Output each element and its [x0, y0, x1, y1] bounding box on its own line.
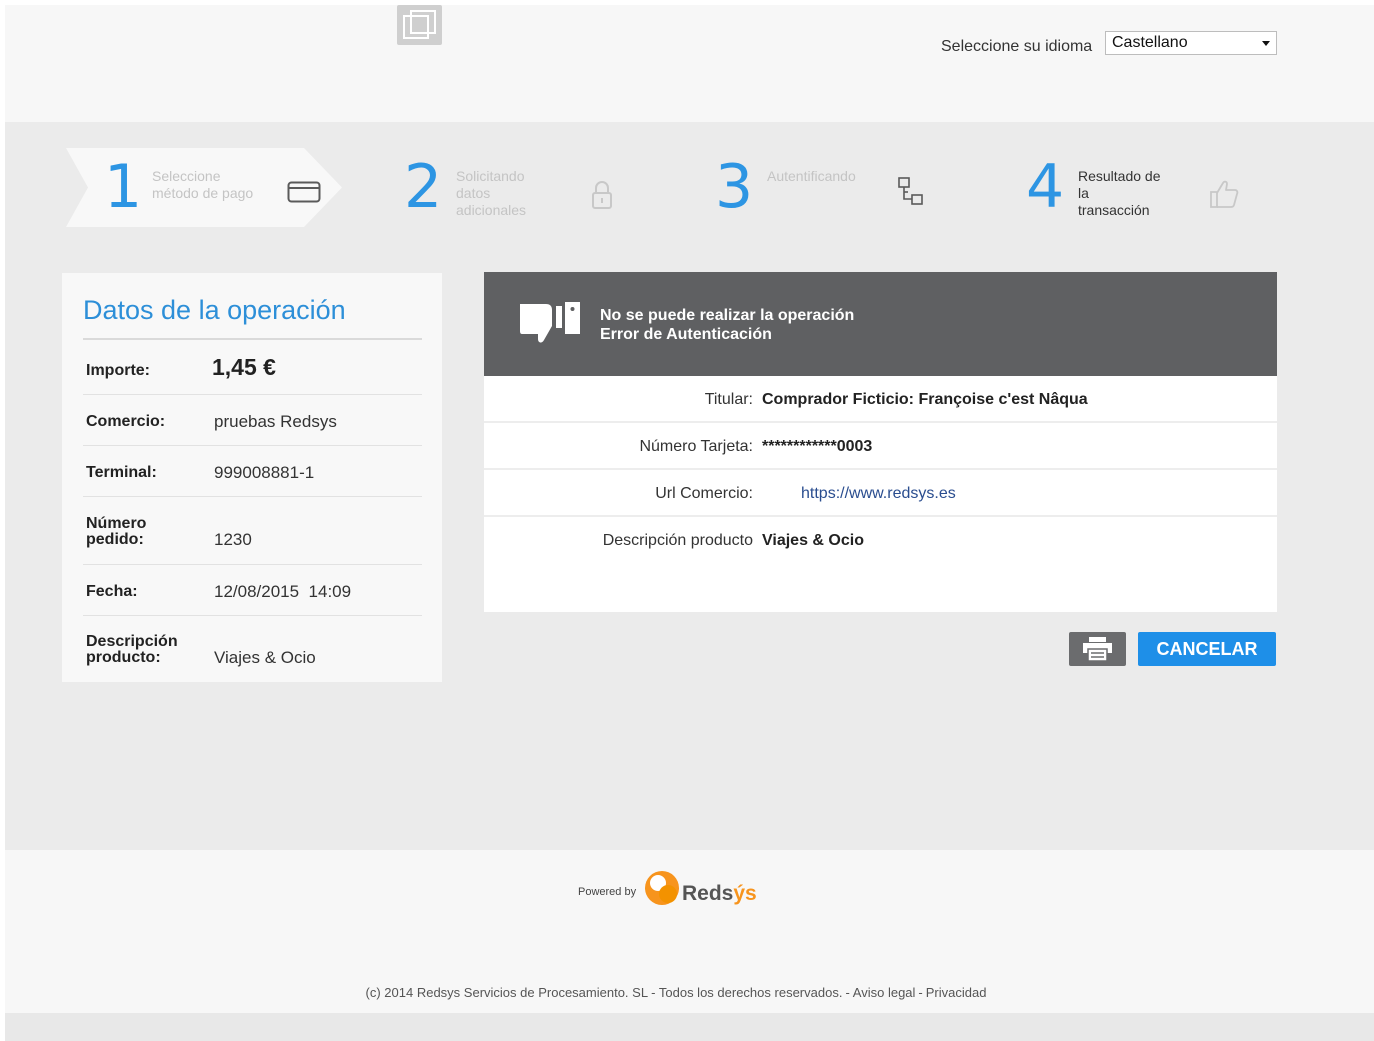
lock-icon [592, 181, 612, 209]
card-number-value: ************0003 [762, 438, 873, 455]
product-description-label: Descripción producto [602, 532, 753, 549]
top-header: Seleccione su idioma Castellano [5, 5, 1374, 122]
date-label: Fecha: [86, 583, 138, 600]
bottom-bar [5, 1013, 1374, 1041]
step-4-label-line3: transacción [1078, 202, 1150, 218]
description-label: Descripción producto: [86, 634, 178, 666]
redsys-logo-icon [645, 871, 679, 905]
step-1-label-line2: método de pago [152, 185, 254, 201]
step-4-label: Resultado de la transacción [1078, 168, 1161, 219]
step-4-label-line2: la [1078, 185, 1089, 201]
language-label: Seleccione su idioma [941, 38, 1093, 55]
legal-notice-link[interactable]: Aviso legal [853, 985, 916, 1000]
powered-by-text: Powered by [578, 886, 637, 898]
result-header: No se puede realizar la operación Error … [484, 272, 1277, 376]
order-number-value: 1230 [214, 530, 252, 549]
date-value: 12/08/2015 14:09 [214, 582, 352, 601]
step-3-number: 3 [715, 152, 754, 222]
merchant-url-label: Url Comercio: [655, 485, 753, 502]
operation-details-panel: Datos de la operación Importe: 1,45 € Co… [62, 273, 442, 682]
copyright-text: (c) 2014 Redsys Servicios de Procesamien… [365, 985, 843, 1000]
description-label-line1: Descripción [86, 633, 178, 650]
error-subtitle: Error de Autenticación [600, 326, 772, 343]
step-4-number: 4 [1026, 152, 1065, 222]
merchant-value: pruebas Redsys [214, 412, 337, 431]
step-3: 3 Autentificando [711, 148, 971, 227]
detail-row-holder: Titular: Comprador Ficticio: Françoise c… [484, 376, 1277, 423]
terminal-label: Terminal: [86, 464, 157, 481]
terminal-value: 999008881-1 [214, 463, 315, 482]
detail-row-description: Descripción producto Viajes & Ocio [484, 517, 1277, 564]
step-2: 2 Solicitando datos adicionales [400, 148, 660, 227]
step-2-label: Solicitando datos adicionales [456, 168, 526, 219]
step-1-label: Seleccione método de pago [152, 168, 253, 202]
order-number-label: Número pedido: [86, 516, 146, 548]
language-select[interactable]: Castellano [1105, 31, 1277, 55]
step-2-label-line1: Solicitando [456, 168, 525, 184]
thumbs-up-icon [1210, 180, 1239, 208]
step-1-number: 1 [104, 152, 143, 222]
product-description-value: Viajes & Ocio [762, 532, 864, 549]
order-number-label-line1: Número [86, 515, 147, 532]
step-4-label-line1: Resultado de [1078, 168, 1161, 184]
copyright: (c) 2014 Redsys Servicios de Procesamien… [365, 985, 987, 1000]
step-4: 4 Resultado de la transacción [1022, 148, 1282, 227]
holder-value: Comprador Ficticio: Françoise c'est Nâqu… [762, 391, 1088, 408]
step-3-label: Autentificando [767, 168, 856, 185]
description-label-line2: producto: [86, 649, 161, 666]
powered-by: Powered by Redsýs [578, 870, 778, 910]
progress-steps: 1 Seleccione método de pago 2 Solicitand… [5, 122, 1374, 272]
step-1-label-line1: Seleccione [152, 168, 221, 184]
broken-image-icon [397, 5, 442, 45]
operation-row-amount: Importe: 1,45 € [83, 340, 422, 395]
card-icon [287, 181, 321, 203]
language-selected-value: Castellano [1112, 34, 1188, 51]
brand-accent: ýs [733, 882, 757, 905]
holder-label: Titular: [704, 391, 753, 408]
footer: Powered by Redsýs (c) 2014 Redsys Servic… [5, 850, 1374, 1013]
description-value: Viajes & Ocio [214, 648, 316, 667]
merchant-url-link[interactable]: https://www.redsys.es [801, 485, 956, 503]
main-area: 1 Seleccione método de pago 2 Solicitand… [5, 122, 1374, 850]
brand-main: Reds [682, 882, 734, 905]
operation-row-order-number: Número pedido: 1230 [83, 497, 422, 565]
operation-title: Datos de la operación [83, 295, 346, 325]
thumbs-down-icon [520, 302, 580, 343]
cancel-button[interactable]: CANCELAR [1138, 632, 1276, 666]
operation-row-description: Descripción producto: Viajes & Ocio [83, 616, 422, 682]
merchant-label: Comercio: [86, 413, 166, 430]
step-3-label-line1: Autentificando [767, 168, 856, 184]
detail-row-card-number: Número Tarjeta: ************0003 [484, 423, 1277, 470]
step-2-number: 2 [404, 152, 443, 222]
privacy-link[interactable]: Privacidad [926, 985, 987, 1000]
operation-row-date: Fecha: 12/08/2015 14:09 [83, 565, 422, 616]
step-2-label-line3: adicionales [456, 202, 527, 218]
amount-label: Importe: [86, 362, 150, 379]
detail-row-merchant-url: Url Comercio: https://www.redsys.es [484, 470, 1277, 517]
chevron-down-icon [1262, 41, 1270, 46]
amount-value: 1,45 € [212, 354, 276, 380]
print-button[interactable] [1069, 632, 1126, 666]
network-icon [898, 177, 923, 205]
order-number-label-line2: pedido: [86, 531, 144, 548]
operation-row-merchant: Comercio: pruebas Redsys [83, 395, 422, 446]
error-title: No se puede realizar la operación [600, 307, 855, 324]
step-2-label-line2: datos [456, 185, 491, 201]
step-1: 1 Seleccione método de pago [66, 148, 342, 227]
printer-icon [1083, 637, 1112, 661]
card-number-label: Número Tarjeta: [639, 438, 753, 455]
operation-row-terminal: Terminal: 999008881-1 [83, 446, 422, 497]
redsys-brand: Redsýs [682, 882, 757, 906]
result-panel: No se puede realizar la operación Error … [484, 272, 1277, 612]
